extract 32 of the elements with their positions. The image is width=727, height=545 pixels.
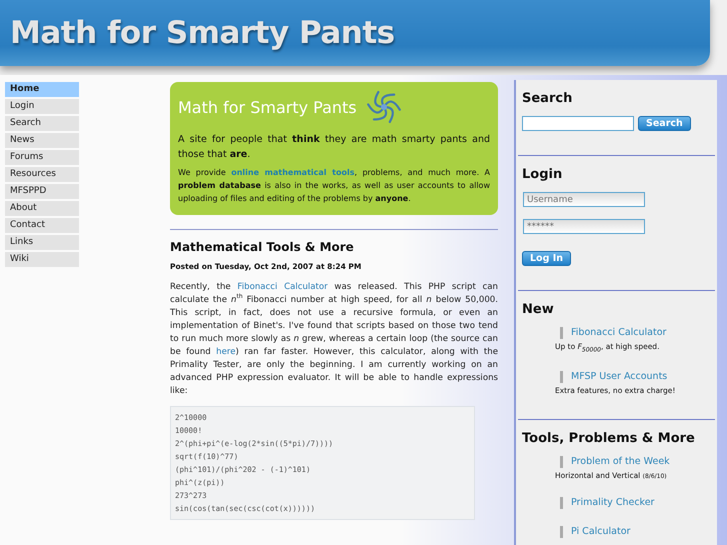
sidebar-link[interactable]: Fibonacci Calculator bbox=[560, 327, 711, 339]
nav-item[interactable]: Contact bbox=[5, 218, 79, 233]
nav-item[interactable]: Wiki bbox=[5, 252, 79, 267]
post-title: Mathematical Tools & More bbox=[170, 240, 355, 254]
text-link[interactable]: here bbox=[216, 347, 236, 357]
username-field[interactable]: Username bbox=[523, 192, 645, 207]
sidebar-link[interactable]: Primality Checker bbox=[560, 496, 711, 508]
post-paragraph: Recently, the Fibonacci Calculator was released. This PHP script can calculate the n$^{th}$ Fibonacci number at high speed, for all n below 50,000. This script, in fact, does not use a recursive formula, or even an implementation of Binet's. I've found that scripts based on those two tend to run much more slowly as n grew, whereas a certain loop (the source can be found here) ran far faster. However, this calculator, along with the Primality Tester, are only the beginning. I am currently working on an advanced PHP expression evaluator. It will be able to handle expressions like: bbox=[170, 281, 498, 398]
nav-item[interactable]: Login bbox=[5, 99, 79, 114]
nav-item[interactable]: Resources bbox=[5, 167, 79, 182]
nav-item[interactable]: MFSPPD bbox=[5, 184, 79, 199]
section-heading: Search bbox=[522, 91, 574, 106]
section-heading: Login bbox=[522, 167, 564, 182]
text-link[interactable]: Fibonacci Calculator bbox=[237, 282, 328, 292]
nav-item[interactable]: Search bbox=[5, 116, 79, 131]
intro-paragraph: A site for people that think they are math smarty pants and those that are. bbox=[178, 133, 490, 162]
nav-item[interactable]: Links bbox=[5, 235, 79, 250]
nav-item[interactable]: About bbox=[5, 201, 79, 216]
intro-title: Math for Smarty Pants bbox=[178, 98, 357, 116]
nav-item[interactable]: Forums bbox=[5, 150, 79, 165]
sidebar-link[interactable]: Pi Calculator bbox=[560, 526, 711, 538]
intro-paragraph: We provide online mathematical tools, problems, and much more. A problem database is also in the works, as well as user accounts to allow uploading of files and editing of the problems by anyone. bbox=[178, 167, 490, 205]
search-field[interactable] bbox=[522, 116, 634, 131]
nav-item[interactable]: Home bbox=[5, 82, 79, 97]
sidebar-link[interactable]: MFSP User Accounts bbox=[560, 370, 711, 382]
password-field[interactable]: ****** bbox=[523, 219, 645, 234]
sidebar-link[interactable]: Problem of the Week bbox=[560, 456, 711, 468]
spiral-icon bbox=[366, 90, 401, 124]
site-title: Math for Smarty Pants bbox=[10, 15, 395, 51]
section-heading: New bbox=[522, 302, 555, 317]
section-heading: Tools, Problems & More bbox=[522, 430, 696, 446]
nav-item[interactable]: News bbox=[5, 133, 79, 148]
